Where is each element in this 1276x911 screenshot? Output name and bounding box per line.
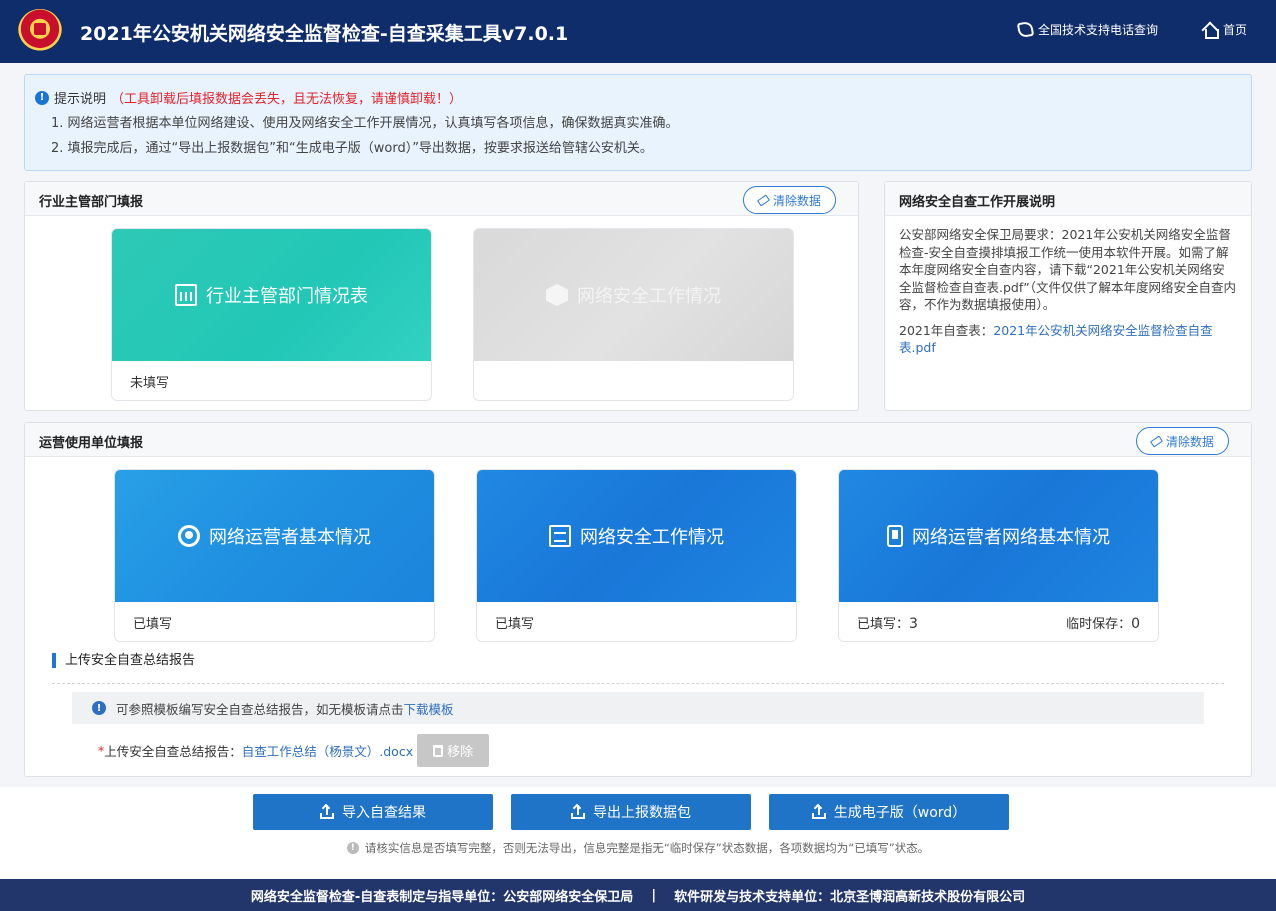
card-title: 行业主管部门情况表 (206, 286, 368, 307)
support-phone-link[interactable]: 全国技术支持电话查询 (1016, 20, 1159, 39)
mobile-icon (887, 525, 903, 547)
operator-basic-card[interactable]: 网络运营者基本情况 已填写 (114, 469, 435, 642)
template-tip-text: 可参照模板编写安全自查总结报告，如无模板请点击 (116, 701, 404, 717)
template-tip-bar: ! 可参照模板编写安全自查总结报告，如无模板请点击下载模板 (72, 692, 1204, 724)
upload-field-label: 上传安全自查总结报告： (104, 744, 242, 759)
footer-separator: | (651, 887, 657, 903)
download-template-link[interactable]: 下载模板 (404, 702, 454, 717)
upload-row: * 上传安全自查总结报告： 自查工作总结（杨景文）.docx 移除 (98, 734, 490, 767)
app-footer: 网络安全监督检查-自查表制定与指导单位：公安部网络安全保卫局 | 软件研发与技术… (0, 879, 1276, 911)
card-title: 网络安全工作情况 (577, 286, 721, 307)
trash-icon (433, 744, 444, 757)
cube-icon (546, 284, 568, 306)
operator-security-card[interactable]: 网络安全工作情况 已填写 (476, 469, 797, 642)
filled-label: 已填写： (857, 617, 910, 632)
operator-clear-button[interactable]: 清除数据 (1136, 427, 1230, 455)
upload-icon (571, 803, 585, 819)
temp-count: 0 (1131, 616, 1140, 632)
home-link[interactable]: 首页 (1202, 21, 1248, 39)
clear-label: 清除数据 (1166, 434, 1215, 449)
export-label: 导出上报数据包 (593, 805, 691, 821)
explain-panel-title: 网络安全自查工作开展说明 (885, 182, 1251, 216)
export-package-button[interactable]: 导出上报数据包 (511, 794, 751, 830)
notice-box: ! 提示说明 （工具卸载后填报数据会丢失，且无法恢复，请谨慎卸载！） 1. 网络运… (24, 74, 1252, 171)
info-icon: ! (346, 842, 359, 854)
eraser-icon (1149, 434, 1164, 448)
footer-right: 软件研发与技术支持单位：北京圣博润高新技术股份有限公司 (674, 889, 1026, 905)
industry-security-card[interactable]: 网络安全工作情况 (473, 228, 794, 401)
upload-section-title: 上传安全自查总结报告 (52, 653, 195, 668)
eraser-icon (756, 193, 771, 207)
word-label: 生成电子版（word） (833, 805, 967, 821)
remove-file-button[interactable]: 移除 (417, 734, 490, 767)
explain-panel: 网络安全自查工作开展说明 公安部网络安全保卫局要求：2021年公安机关网络安全监… (884, 181, 1252, 411)
chart-icon (175, 284, 197, 306)
divider (52, 683, 1224, 684)
import-results-button[interactable]: 导入自查结果 (253, 794, 493, 830)
app-title: 2021年公安机关网络安全监督检查-自查采集工具v7.0.1 (80, 23, 569, 45)
card-status: 未填写 (130, 376, 170, 391)
notice-warning: （工具卸载后填报数据会丢失，且无法恢复，请谨慎卸载！） (111, 92, 463, 107)
home-icon (1202, 23, 1219, 39)
industry-panel: 行业主管部门填报 清除数据 行业主管部门情况表 未填写 网络安全工作情况 (24, 181, 859, 411)
user-icon (178, 525, 200, 547)
notice-line-1: 1. 网络运营者根据本单位网络建设、使用及网络安全工作开展情况，认真填写各项信息… (51, 116, 679, 131)
export-note: ! 请核实信息是否填写完整，否则无法导出，信息完整是指无“临时保存”状态数据，各… (0, 840, 1276, 856)
upload-icon (811, 803, 826, 819)
card-status: 已填写 (133, 617, 173, 632)
operator-panel-title: 运营使用单位填报 (25, 423, 1251, 457)
info-icon: ! (35, 90, 49, 105)
card-title: 网络运营者基本情况 (209, 527, 371, 548)
notice-line-2: 2. 填报完成后，通过“导出上报数据包”和“生成电子版（word）”导出数据，按… (51, 141, 653, 156)
card-title: 网络运营者网络基本情况 (912, 527, 1110, 548)
home-label: 首页 (1223, 23, 1248, 37)
police-emblem-logo (18, 9, 62, 53)
monitor-icon (549, 525, 571, 547)
card-status: 已填写 (495, 617, 535, 632)
explain-paragraph: 公安部网络安全保卫局要求：2021年公安机关网络安全监督检查-安全自查摸排填报工… (899, 227, 1236, 312)
clear-label: 清除数据 (773, 193, 822, 208)
support-phone-label: 全国技术支持电话查询 (1038, 23, 1159, 37)
card-title: 网络安全工作情况 (580, 527, 724, 548)
industry-panel-title: 行业主管部门填报 (25, 182, 858, 216)
upload-icon (320, 803, 334, 819)
industry-clear-button[interactable]: 清除数据 (743, 186, 837, 214)
app-header: 2021年公安机关网络安全监督检查-自查采集工具v7.0.1 全国技术支持电话查… (0, 0, 1276, 63)
uploaded-file-link[interactable]: 自查工作总结（杨景文）.docx (242, 741, 413, 760)
filled-count: 3 (909, 616, 918, 632)
action-bar: 导入自查结果 导出上报数据包 生成电子版（word） ! 请核实信息是否填写完整… (0, 787, 1276, 879)
remove-label: 移除 (447, 745, 474, 760)
file-label: 2021年自查表： (899, 322, 994, 338)
info-icon: ! (92, 701, 106, 715)
export-note-text: 请核实信息是否填写完整，否则无法导出，信息完整是指无“临时保存”状态数据，各项数… (364, 841, 930, 855)
generate-word-button[interactable]: 生成电子版（word） (769, 794, 1009, 830)
import-label: 导入自查结果 (342, 805, 426, 821)
notice-label: 提示说明 (54, 92, 107, 107)
industry-report-card[interactable]: 行业主管部门情况表 未填写 (111, 228, 432, 401)
footer-left: 网络安全监督检查-自查表制定与指导单位：公安部网络安全保卫局 (250, 889, 634, 905)
temp-label: 临时保存： (1066, 617, 1132, 632)
operator-network-card[interactable]: 网络运营者网络基本情况 已填写：3 临时保存：0 (838, 469, 1159, 642)
phone-icon (1016, 20, 1035, 39)
